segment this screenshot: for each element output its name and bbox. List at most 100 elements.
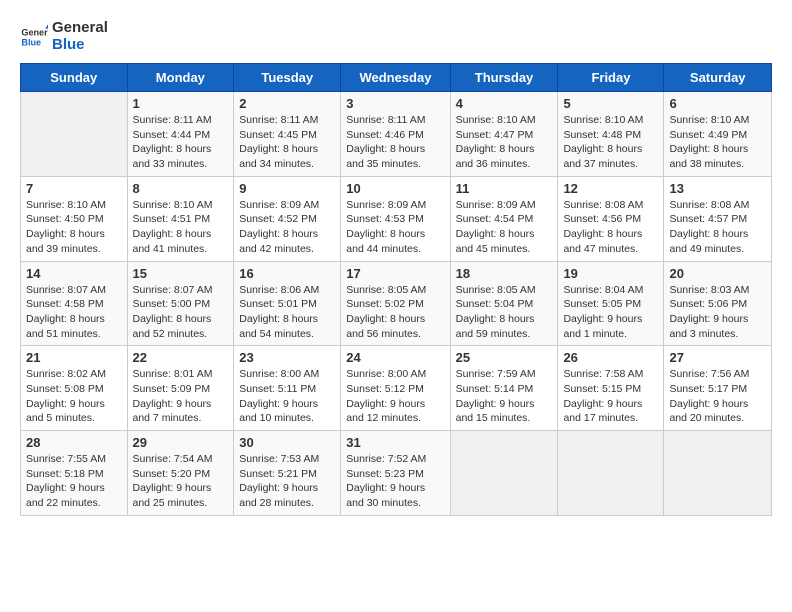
day-info: Sunrise: 8:03 AMSunset: 5:06 PMDaylight:…: [669, 283, 766, 342]
day-info: Sunrise: 8:09 AMSunset: 4:52 PMDaylight:…: [239, 198, 335, 257]
day-info: Sunrise: 8:01 AMSunset: 5:09 PMDaylight:…: [133, 367, 229, 426]
header: General Blue General Blue: [20, 20, 772, 53]
day-number: 22: [133, 350, 229, 365]
day-info: Sunrise: 7:52 AMSunset: 5:23 PMDaylight:…: [346, 452, 444, 511]
day-cell: 31 Sunrise: 7:52 AMSunset: 5:23 PMDayligh…: [341, 431, 450, 516]
day-cell: 22 Sunrise: 8:01 AMSunset: 5:09 PMDayligh…: [127, 346, 234, 431]
day-info: Sunrise: 8:00 AMSunset: 5:11 PMDaylight:…: [239, 367, 335, 426]
day-cell: 12 Sunrise: 8:08 AMSunset: 4:56 PMDayligh…: [558, 176, 664, 261]
day-info: Sunrise: 8:10 AMSunset: 4:47 PMDaylight:…: [456, 113, 553, 172]
week-row-3: 14Sunrise: 8:07 AMSunset: 4:58 PMDayligh…: [21, 261, 772, 346]
day-number: 15: [133, 266, 229, 281]
day-cell: 20 Sunrise: 8:03 AMSunset: 5:06 PMDayligh…: [664, 261, 772, 346]
day-cell: 9 Sunrise: 8:09 AMSunset: 4:52 PMDaylight…: [234, 176, 341, 261]
logo: General Blue General Blue: [20, 20, 108, 53]
day-number: 5: [563, 96, 658, 111]
day-info: Sunrise: 7:55 AMSunset: 5:18 PMDaylight:…: [26, 452, 122, 511]
day-cell: 3 Sunrise: 8:11 AMSunset: 4:46 PMDaylight…: [341, 92, 450, 177]
day-info: Sunrise: 8:10 AMSunset: 4:49 PMDaylight:…: [669, 113, 766, 172]
day-number: 7: [26, 181, 122, 196]
day-cell: 25Sunrise: 7:59 AMSunset: 5:14 PMDayligh…: [450, 346, 558, 431]
day-info: Sunrise: 8:10 AMSunset: 4:50 PMDaylight:…: [26, 198, 122, 257]
day-cell: 11 Sunrise: 8:09 AMSunset: 4:54 PMDayligh…: [450, 176, 558, 261]
day-cell: 27 Sunrise: 7:56 AMSunset: 5:17 PMDayligh…: [664, 346, 772, 431]
day-info: Sunrise: 8:05 AMSunset: 5:02 PMDaylight:…: [346, 283, 444, 342]
col-header-wednesday: Wednesday: [341, 64, 450, 92]
day-number: 2: [239, 96, 335, 111]
day-number: 24: [346, 350, 444, 365]
logo-icon: General Blue: [20, 23, 48, 51]
day-number: 25: [456, 350, 553, 365]
day-number: 19: [563, 266, 658, 281]
calendar-header-row: SundayMondayTuesdayWednesdayThursdayFrid…: [21, 64, 772, 92]
day-cell: 16Sunrise: 8:06 AMSunset: 5:01 PMDayligh…: [234, 261, 341, 346]
day-info: Sunrise: 8:10 AMSunset: 4:51 PMDaylight:…: [133, 198, 229, 257]
day-cell: 1 Sunrise: 8:11 AMSunset: 4:44 PMDaylight…: [127, 92, 234, 177]
day-cell: 24Sunrise: 8:00 AMSunset: 5:12 PMDayligh…: [341, 346, 450, 431]
day-number: 12: [563, 181, 658, 196]
day-number: 14: [26, 266, 122, 281]
day-cell: 17 Sunrise: 8:05 AMSunset: 5:02 PMDayligh…: [341, 261, 450, 346]
day-cell: 6 Sunrise: 8:10 AMSunset: 4:49 PMDaylight…: [664, 92, 772, 177]
day-number: 11: [456, 181, 553, 196]
day-number: 21: [26, 350, 122, 365]
col-header-saturday: Saturday: [664, 64, 772, 92]
day-cell: 8Sunrise: 8:10 AMSunset: 4:51 PMDaylight…: [127, 176, 234, 261]
day-cell: 21 Sunrise: 8:02 AMSunset: 5:08 PMDayligh…: [21, 346, 128, 431]
day-number: 26: [563, 350, 658, 365]
svg-text:General: General: [21, 27, 48, 37]
day-cell: 15 Sunrise: 8:07 AMSunset: 5:00 PMDayligh…: [127, 261, 234, 346]
day-number: 20: [669, 266, 766, 281]
col-header-friday: Friday: [558, 64, 664, 92]
day-info: Sunrise: 8:10 AMSunset: 4:48 PMDaylight:…: [563, 113, 658, 172]
day-info: Sunrise: 8:05 AMSunset: 5:04 PMDaylight:…: [456, 283, 553, 342]
day-cell: 18 Sunrise: 8:05 AMSunset: 5:04 PMDayligh…: [450, 261, 558, 346]
day-info: Sunrise: 8:07 AMSunset: 5:00 PMDaylight:…: [133, 283, 229, 342]
day-info: Sunrise: 7:53 AMSunset: 5:21 PMDaylight:…: [239, 452, 335, 511]
day-info: Sunrise: 8:09 AMSunset: 4:54 PMDaylight:…: [456, 198, 553, 257]
day-number: 6: [669, 96, 766, 111]
day-cell: 30Sunrise: 7:53 AMSunset: 5:21 PMDayligh…: [234, 431, 341, 516]
day-number: 9: [239, 181, 335, 196]
day-info: Sunrise: 8:06 AMSunset: 5:01 PMDaylight:…: [239, 283, 335, 342]
day-number: 3: [346, 96, 444, 111]
day-cell: 23 Sunrise: 8:00 AMSunset: 5:11 PMDayligh…: [234, 346, 341, 431]
day-number: 17: [346, 266, 444, 281]
day-number: 27: [669, 350, 766, 365]
day-cell: 2Sunrise: 8:11 AMSunset: 4:45 PMDaylight…: [234, 92, 341, 177]
day-number: 29: [133, 435, 229, 450]
day-info: Sunrise: 8:08 AMSunset: 4:56 PMDaylight:…: [563, 198, 658, 257]
day-number: 18: [456, 266, 553, 281]
day-cell: 14Sunrise: 8:07 AMSunset: 4:58 PMDayligh…: [21, 261, 128, 346]
day-info: Sunrise: 8:02 AMSunset: 5:08 PMDaylight:…: [26, 367, 122, 426]
day-cell: 5 Sunrise: 8:10 AMSunset: 4:48 PMDaylight…: [558, 92, 664, 177]
col-header-sunday: Sunday: [21, 64, 128, 92]
day-info: Sunrise: 8:11 AMSunset: 4:46 PMDaylight:…: [346, 113, 444, 172]
day-info: Sunrise: 8:08 AMSunset: 4:57 PMDaylight:…: [669, 198, 766, 257]
day-cell: 29Sunrise: 7:54 AMSunset: 5:20 PMDayligh…: [127, 431, 234, 516]
day-cell: 19Sunrise: 8:04 AMSunset: 5:05 PMDayligh…: [558, 261, 664, 346]
day-number: 31: [346, 435, 444, 450]
week-row-2: 7 Sunrise: 8:10 AMSunset: 4:50 PMDaylight…: [21, 176, 772, 261]
day-info: Sunrise: 7:56 AMSunset: 5:17 PMDaylight:…: [669, 367, 766, 426]
logo-text-general: General: [52, 20, 108, 37]
day-cell: 13 Sunrise: 8:08 AMSunset: 4:57 PMDayligh…: [664, 176, 772, 261]
day-number: 13: [669, 181, 766, 196]
week-row-4: 21 Sunrise: 8:02 AMSunset: 5:08 PMDayligh…: [21, 346, 772, 431]
week-row-1: 1 Sunrise: 8:11 AMSunset: 4:44 PMDaylight…: [21, 92, 772, 177]
day-number: 23: [239, 350, 335, 365]
svg-text:Blue: Blue: [21, 37, 41, 47]
day-cell: [450, 431, 558, 516]
day-number: 1: [133, 96, 229, 111]
day-info: Sunrise: 8:11 AMSunset: 4:44 PMDaylight:…: [133, 113, 229, 172]
day-cell: 10Sunrise: 8:09 AMSunset: 4:53 PMDayligh…: [341, 176, 450, 261]
day-number: 4: [456, 96, 553, 111]
col-header-thursday: Thursday: [450, 64, 558, 92]
day-cell: [664, 431, 772, 516]
day-cell: 28Sunrise: 7:55 AMSunset: 5:18 PMDayligh…: [21, 431, 128, 516]
day-number: 10: [346, 181, 444, 196]
week-row-5: 28Sunrise: 7:55 AMSunset: 5:18 PMDayligh…: [21, 431, 772, 516]
day-info: Sunrise: 7:58 AMSunset: 5:15 PMDaylight:…: [563, 367, 658, 426]
logo-text-blue: Blue: [52, 37, 108, 54]
day-cell: 26 Sunrise: 7:58 AMSunset: 5:15 PMDayligh…: [558, 346, 664, 431]
